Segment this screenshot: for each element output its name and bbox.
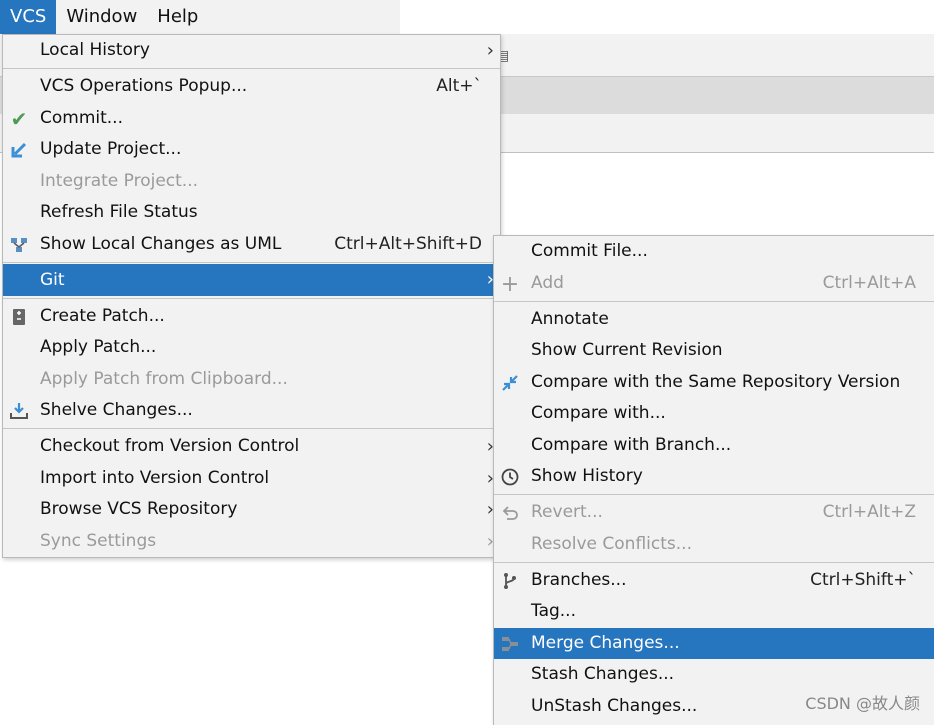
watermark: CSDN @故人颜 [805, 694, 920, 713]
menubar-vcs[interactable]: VCS [0, 0, 57, 34]
menu-item-apply-patch-clipboard[interactable]: Apply Patch from Clipboard... [3, 364, 500, 395]
menu-item-label: Commit File... [531, 241, 648, 261]
menu-item-label: Compare with the Same Repository Version [531, 372, 901, 392]
uml-diagram-icon [10, 236, 28, 254]
menu-item-label: Checkout from Version Control [40, 436, 300, 456]
menu-item-sync-settings[interactable]: Sync Settings › [3, 526, 500, 557]
menu-item-refresh-file-status[interactable]: Refresh File Status [3, 197, 500, 228]
vcs-menu: Local History › VCS Operations Popup... … [2, 34, 501, 558]
branch-icon [501, 572, 519, 590]
menu-item-update-project[interactable]: Update Project... [3, 134, 500, 165]
menu-item-integrate-project[interactable]: Integrate Project... [3, 166, 500, 197]
menu-item-label: Add [531, 273, 564, 293]
menu-item-label: Integrate Project... [40, 171, 199, 191]
menu-item-label: Stash Changes... [531, 664, 675, 684]
menu-item-label: Branches... [531, 570, 627, 590]
chevron-right-icon: › [486, 40, 494, 61]
menu-item-label: Compare with... [531, 403, 666, 423]
menu-item-label: Refresh File Status [40, 202, 198, 222]
menu-item-label: Sync Settings [40, 531, 157, 551]
separator [3, 262, 500, 263]
menu-item-git[interactable]: Git › [3, 264, 500, 296]
patch-icon [10, 308, 28, 326]
plus-icon: + [500, 271, 520, 297]
menu-item-revert[interactable]: Revert... Ctrl+Alt+Z [494, 497, 934, 528]
menu-item-add[interactable]: + Add Ctrl+Alt+A [494, 268, 934, 299]
menu-item-tag[interactable]: Tag... [494, 596, 934, 627]
menu-item-create-patch[interactable]: Create Patch... [3, 301, 500, 332]
menu-item-label: UnStash Changes... [531, 696, 698, 716]
menubar-window[interactable]: Window [56, 0, 147, 34]
separator [3, 68, 500, 69]
menu-item-apply-patch[interactable]: Apply Patch... [3, 332, 500, 363]
menu-item-label: Shelve Changes... [40, 400, 193, 420]
undo-icon [501, 504, 519, 522]
menu-item-label: Show Local Changes as UML [40, 234, 282, 254]
clock-icon [501, 468, 519, 486]
separator [494, 494, 934, 495]
menu-item-compare-with-branch[interactable]: Compare with Branch... [494, 430, 934, 461]
menu-item-merge-changes[interactable]: Merge Changes... [494, 628, 934, 659]
menu-item-commit[interactable]: ✔ Commit... [3, 103, 500, 134]
menubar-help[interactable]: Help [147, 0, 208, 34]
menu-item-label: Tag... [531, 601, 576, 621]
menu-item-import-vc[interactable]: Import into Version Control › [3, 463, 500, 494]
menu-item-label: Update Project... [40, 139, 182, 159]
menu-item-label: Annotate [531, 309, 609, 329]
menu-item-label: Import into Version Control [40, 468, 270, 488]
menu-item-label: Show History [531, 466, 643, 486]
menu-item-commit-file[interactable]: Commit File... [494, 236, 934, 267]
menu-item-label: Compare with Branch... [531, 435, 732, 455]
menu-item-stash-changes[interactable]: Stash Changes... [494, 659, 934, 690]
menu-item-label: Apply Patch... [40, 337, 157, 357]
menu-item-label: Revert... [531, 502, 603, 522]
menu-item-label: Commit... [40, 108, 123, 128]
menu-item-label: Apply Patch from Clipboard... [40, 369, 288, 389]
menu-item-shelve-changes[interactable]: Shelve Changes... [3, 395, 500, 426]
menu-item-checkout-vc[interactable]: Checkout from Version Control › [3, 431, 500, 462]
menu-item-branches[interactable]: Branches... Ctrl+Shift+` [494, 565, 934, 596]
menu-item-label: Merge Changes... [531, 633, 680, 653]
menu-item-label: Show Current Revision [531, 340, 723, 360]
menu-item-label: Create Patch... [40, 306, 165, 326]
menu-item-browse-vcs[interactable]: Browse VCS Repository › [3, 494, 500, 525]
menu-item-vcs-operations-popup[interactable]: VCS Operations Popup... Alt+` [3, 71, 500, 102]
menu-item-shortcut: Alt+` [436, 76, 482, 96]
separator [3, 428, 500, 429]
git-submenu: Commit File... + Add Ctrl+Alt+A Annotate… [493, 235, 934, 725]
menu-item-shortcut: Ctrl+Alt+Shift+D [334, 234, 482, 254]
menu-item-show-local-changes-uml[interactable]: Show Local Changes as UML Ctrl+Alt+Shift… [3, 229, 500, 260]
menu-item-compare-with[interactable]: Compare with... [494, 398, 934, 429]
menu-item-label: Browse VCS Repository [40, 499, 238, 519]
update-arrow-icon [10, 141, 28, 159]
menu-item-shortcut: Ctrl+Alt+A [822, 273, 916, 293]
separator [3, 298, 500, 299]
menu-item-label: Resolve Conflicts... [531, 534, 692, 554]
menu-item-resolve-conflicts[interactable]: Resolve Conflicts... [494, 529, 934, 560]
shelve-icon [10, 402, 28, 420]
check-icon: ✔ [10, 106, 28, 131]
separator [494, 562, 934, 563]
menu-item-annotate[interactable]: Annotate [494, 304, 934, 335]
menu-item-shortcut: Ctrl+Alt+Z [822, 502, 916, 522]
menu-item-label: Local History [40, 40, 150, 60]
menu-item-label: Git [40, 270, 65, 290]
menu-item-compare-same-repo[interactable]: Compare with the Same Repository Version [494, 367, 934, 398]
menubar: VCS Window Help [0, 0, 400, 34]
menu-item-label: VCS Operations Popup... [40, 76, 248, 96]
menu-item-show-history[interactable]: Show History [494, 461, 934, 492]
merge-icon [501, 635, 519, 653]
menu-item-local-history[interactable]: Local History › [3, 35, 500, 66]
menu-item-show-current-revision[interactable]: Show Current Revision [494, 335, 934, 366]
menu-item-shortcut: Ctrl+Shift+` [810, 570, 916, 590]
separator [494, 301, 934, 302]
compare-arrows-icon [501, 374, 519, 392]
